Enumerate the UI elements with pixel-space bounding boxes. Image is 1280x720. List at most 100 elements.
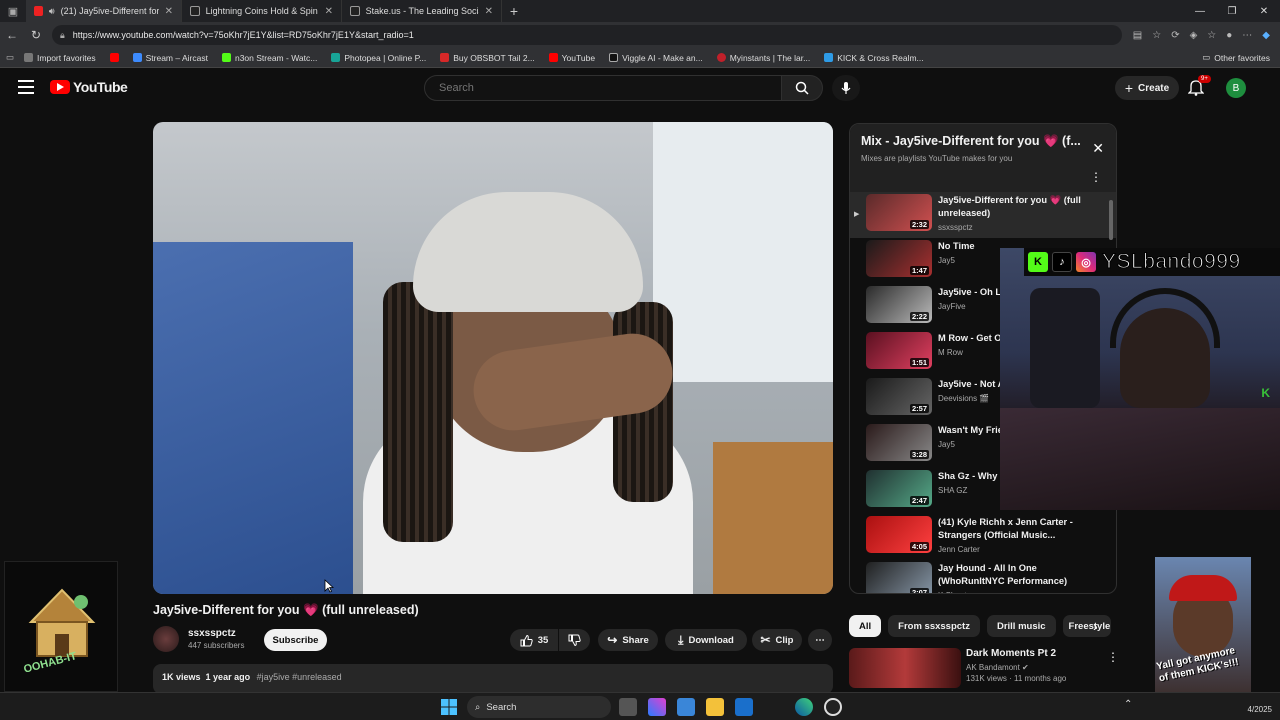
playlist-thumbnail[interactable]: 2:47 [866, 470, 932, 507]
recommended-title[interactable]: Dark Moments Pt 2 [966, 648, 1066, 659]
favorites-bar: ▭ Import favorites Stream – Aircast n3on… [0, 48, 1280, 68]
playlist-item[interactable]: 4:05 (41) Kyle Richh x Jenn Carter - Stra… [850, 514, 1116, 560]
playlist-item-title[interactable]: Jay Hound - All In One (WhoRunItNYC Perf… [938, 562, 1098, 588]
download-button[interactable]: ⤓ Download [665, 629, 747, 651]
chip-all[interactable]: All [849, 615, 882, 637]
taskbar-search[interactable]: ⌕ Search [467, 696, 611, 718]
close-tab-icon[interactable]: ✕ [165, 6, 173, 17]
obs-app-icon[interactable] [824, 698, 842, 716]
create-button[interactable]: + Create [1115, 76, 1179, 100]
menu-icon[interactable] [18, 80, 34, 94]
favorite-item[interactable]: Stream – Aircast [132, 53, 208, 63]
description-box[interactable]: 1K views 1 year ago #jay5ive #unreleased [153, 664, 833, 694]
playlist-thumbnail[interactable]: 2:57 [866, 378, 932, 415]
url-field[interactable]: 🔒︎ https://www.youtube.com/watch?v=75oKh… [52, 25, 1122, 45]
playlist-scrollbar[interactable] [1109, 200, 1113, 240]
tab-youtube[interactable]: 🔊︎ (21) Jay5ive-Different for you ✕ [26, 0, 182, 22]
playlist-item-title[interactable]: Jay5ive-Different for you 💗 (full unrele… [938, 194, 1098, 220]
collections-icon[interactable]: ☆ [1207, 30, 1216, 41]
channel-name[interactable]: ssxsspctz [188, 628, 244, 639]
system-clock[interactable]: 4/2025 [1248, 705, 1272, 714]
more-menu-icon[interactable]: ⋯ [1242, 30, 1252, 41]
chip-from-channel[interactable]: From ssxsspctz [888, 615, 980, 637]
tray-chevron-icon[interactable]: ⌃ [1124, 699, 1132, 710]
favorite-item[interactable] [109, 53, 119, 62]
edge-copilot-icon[interactable]: ◆ [1262, 30, 1270, 41]
store-icon[interactable] [677, 698, 695, 716]
playlist-thumbnail[interactable]: 1:51 [866, 332, 932, 369]
close-window-icon[interactable]: ✕ [1248, 0, 1280, 22]
favorite-item[interactable]: YouTube [548, 53, 595, 63]
playlist-item[interactable]: ▶ 2:32 Jay5ive-Different for you 💗 (full u… [850, 192, 1116, 238]
favorite-item[interactable]: Buy OBSBOT Tail 2... [440, 53, 535, 63]
favorite-item[interactable]: Photopea | Online P... [331, 53, 426, 63]
playlist-more-icon[interactable]: ⋮ [1090, 170, 1102, 184]
refresh-icon[interactable]: ↻ [24, 22, 48, 48]
channel-avatar[interactable] [153, 626, 179, 652]
restore-icon[interactable]: ❐ [1216, 0, 1248, 22]
favorite-item[interactable]: n3on Stream - Watc... [221, 53, 317, 63]
playlist-thumbnail[interactable]: 1:47 [866, 240, 932, 277]
chips-next-icon[interactable]: › [1093, 618, 1098, 634]
more-actions-button[interactable]: ⋯ [808, 629, 832, 651]
view-count: 1K views [162, 672, 201, 682]
share-button[interactable]: ↪ Share [598, 629, 658, 651]
playlist-thumbnail[interactable]: 2:32 [866, 194, 932, 231]
youtube-logo[interactable]: YouTube [50, 79, 128, 95]
tab-stake[interactable]: Stake.us - The Leading Social Casi ✕ [342, 0, 502, 22]
recommended-channel[interactable]: AK Bandamont [966, 663, 1020, 672]
video-duration: 2:57 [909, 404, 929, 413]
edge-browser-icon[interactable] [795, 698, 813, 716]
notifications-button[interactable]: 9+ [1187, 75, 1211, 98]
like-button[interactable]: 35 [510, 629, 558, 651]
reader-icon[interactable]: ▤ [1133, 30, 1142, 41]
chip-freestyle[interactable]: Freestyle [1062, 615, 1111, 637]
favorite-item[interactable]: Viggle AI - Make an... [609, 53, 703, 63]
playlist-item-title[interactable]: (41) Kyle Richh x Jenn Carter - Stranger… [938, 516, 1098, 542]
playlist-item[interactable]: 2:07 Jay Hound - All In One (WhoRunItNYC … [850, 560, 1116, 593]
windows-start-icon[interactable] [440, 698, 458, 716]
favorite-star-icon[interactable]: ☆ [1152, 30, 1161, 41]
playlist-thumbnail[interactable]: 2:07 [866, 562, 932, 593]
hashtags[interactable]: #jay5ive #unreleased [257, 672, 342, 682]
tab-lightning-coins[interactable]: Lightning Coins Hold & Spin Slot ✕ [182, 0, 342, 22]
chip-drill-music[interactable]: Drill music [986, 615, 1056, 637]
clip-button[interactable]: ✂ Clip [752, 629, 802, 651]
favorite-item[interactable]: Import favorites [24, 53, 96, 63]
recommended-more-icon[interactable]: ⋮ [1107, 650, 1119, 664]
close-tab-icon[interactable]: ✕ [485, 6, 493, 17]
task-view-icon[interactable] [619, 698, 637, 716]
extension-icon[interactable]: ⟳ [1171, 30, 1179, 41]
favorite-item[interactable]: Myinstants | The lar... [716, 53, 810, 63]
recommended-video[interactable]: Dark Moments Pt 2 AK Bandamont ✔ 131K vi… [849, 648, 1066, 688]
search-button[interactable] [781, 75, 823, 101]
other-favorites[interactable]: ▭ Other favorites [1202, 52, 1270, 63]
file-explorer-icon[interactable] [706, 698, 724, 716]
lock-icon[interactable]: 🔒︎ [60, 30, 65, 41]
new-tab-button[interactable]: + [502, 3, 526, 19]
playlist-thumbnail[interactable]: 2:22 [866, 286, 932, 323]
close-tab-icon[interactable]: ✕ [325, 6, 333, 17]
search-input[interactable] [424, 75, 782, 101]
audio-icon[interactable]: 🔊︎ [49, 6, 55, 17]
copilot-app-icon[interactable] [648, 698, 666, 716]
recommended-thumbnail[interactable] [849, 648, 961, 688]
profile-icon[interactable]: ● [1226, 30, 1232, 41]
voice-search-button[interactable] [832, 75, 860, 101]
playlist-title[interactable]: Mix - Jay5ive-Different for you 💗 (f... [861, 134, 1081, 149]
favorite-item[interactable]: KICK & Cross Realm... [824, 53, 924, 63]
subscribe-button[interactable]: Subscribe [264, 629, 327, 651]
account-avatar[interactable]: B [1226, 78, 1246, 98]
dislike-button[interactable] [559, 629, 590, 651]
minimize-icon[interactable]: — [1184, 0, 1216, 22]
outlook-icon[interactable] [735, 698, 753, 716]
tab-title: Lightning Coins Hold & Spin Slot [205, 6, 319, 16]
playlist-thumbnail[interactable]: 4:05 [866, 516, 932, 553]
playlist-thumbnail[interactable]: 3:28 [866, 424, 932, 461]
back-icon[interactable]: ← [0, 22, 24, 48]
copilot-icon[interactable]: ◈ [1190, 30, 1198, 41]
video-player[interactable] [153, 122, 833, 594]
window-menu-icon[interactable]: ▣ [0, 0, 26, 22]
close-playlist-icon[interactable]: ✕ [1092, 140, 1104, 157]
favorites-toggle-icon[interactable]: ▭ [6, 52, 14, 63]
